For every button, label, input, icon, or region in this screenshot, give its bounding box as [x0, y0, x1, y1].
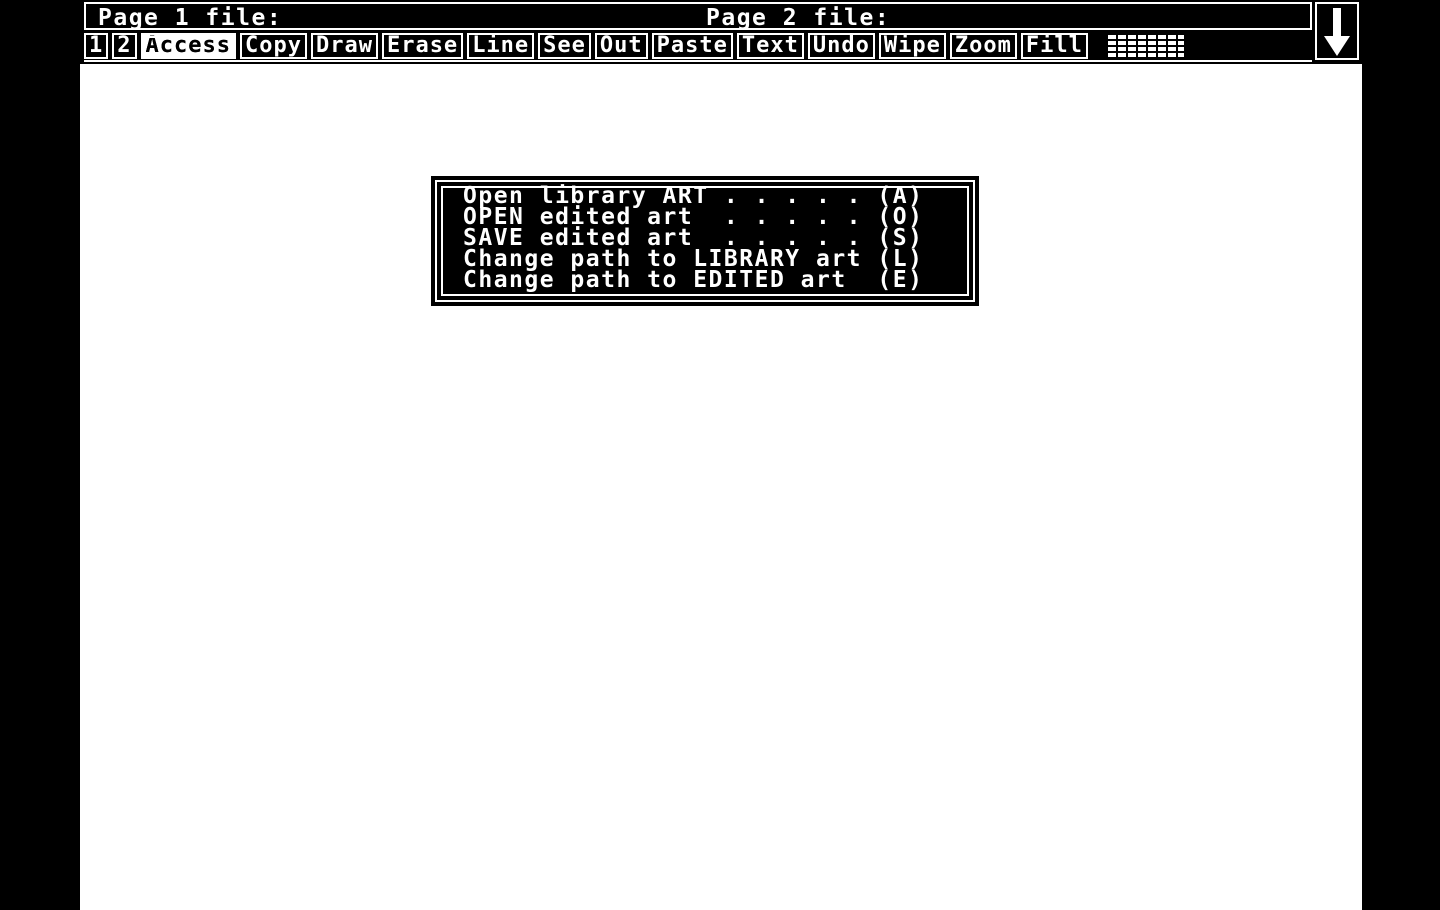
- menu-line[interactable]: Line: [467, 33, 535, 59]
- menu-page-1[interactable]: 1: [84, 33, 109, 59]
- menu-fill[interactable]: Fill: [1020, 33, 1088, 59]
- page1-file-label: Page 1 file:: [98, 5, 283, 31]
- menu-wipe[interactable]: Wipe: [878, 33, 946, 59]
- menu-draw[interactable]: Draw: [310, 33, 378, 59]
- menu-zoom[interactable]: Zoom: [949, 33, 1017, 59]
- page2-file-label: Page 2 file:: [706, 5, 891, 31]
- menu-out[interactable]: Out: [594, 33, 648, 59]
- file-status-bar: Page 1 file: Page 2 file:: [84, 2, 1312, 31]
- top-toolbar: Page 1 file: Page 2 file: 1 2 Access Cop…: [80, 0, 1362, 64]
- access-dialog: Open library ART . . . . . (A) OPEN edit…: [431, 176, 979, 306]
- menu-undo[interactable]: Undo: [807, 33, 875, 59]
- access-options-list: Open library ART . . . . . (A) OPEN edit…: [463, 185, 923, 292]
- menu-see[interactable]: See: [538, 33, 591, 59]
- scroll-down-button[interactable]: [1315, 2, 1359, 60]
- menu-copy[interactable]: Copy: [239, 33, 307, 59]
- menu-access[interactable]: Access: [140, 33, 236, 59]
- menu-paste[interactable]: Paste: [651, 33, 733, 59]
- menu-text[interactable]: Text: [736, 33, 804, 59]
- option-change-edited-path[interactable]: Change path to EDITED art (E): [463, 269, 923, 292]
- drawing-canvas[interactable]: [80, 0, 1362, 910]
- fill-pattern-icon[interactable]: [1105, 35, 1184, 57]
- command-menu: 1 2 Access Copy Draw Erase Line See Out …: [84, 32, 1312, 62]
- menu-erase[interactable]: Erase: [381, 33, 464, 59]
- menu-page-2[interactable]: 2: [112, 33, 137, 59]
- down-arrow-icon: [1324, 8, 1350, 56]
